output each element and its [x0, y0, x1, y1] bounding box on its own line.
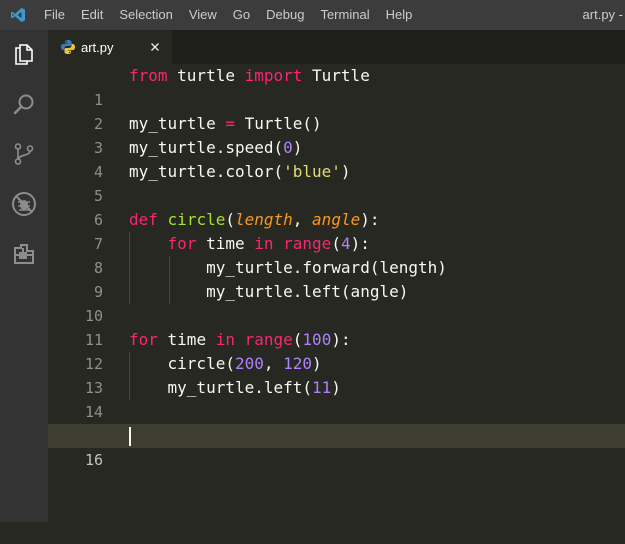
code-line: 5 my_turtle.color('blue'): [48, 160, 625, 205]
code-line: 11: [48, 304, 625, 349]
code-line: 3 my_turtle = Turtle(): [48, 112, 625, 157]
tab-art-py[interactable]: art.py: [48, 30, 172, 64]
code-line: 9 my_turtle.forward(length): [48, 256, 625, 301]
extensions-icon[interactable]: [0, 234, 48, 274]
line-code: for time in range(100):: [129, 330, 351, 349]
menu-terminal[interactable]: Terminal: [312, 0, 377, 30]
text-cursor: [129, 427, 131, 446]
source-control-icon[interactable]: [0, 134, 48, 174]
line-code: my_turtle.color('blue'): [129, 162, 351, 181]
close-icon[interactable]: [144, 30, 166, 64]
code-line: 14 my_turtle.left(11): [48, 376, 625, 421]
line-code: my_turtle = Turtle(): [129, 114, 322, 133]
menu-edit[interactable]: Edit: [73, 0, 111, 30]
line-code: from turtle import Turtle: [129, 66, 370, 85]
code-line: 1 from turtle import Turtle: [48, 64, 625, 109]
code-line: 8 for time in range(4):: [48, 232, 625, 277]
code-line: 2: [48, 88, 625, 133]
search-icon[interactable]: [0, 84, 48, 124]
menu-selection[interactable]: Selection: [111, 0, 180, 30]
tab-bar: art.py: [48, 30, 625, 64]
code-line: 7 def circle(length, angle):: [48, 208, 625, 253]
menu-debug[interactable]: Debug: [258, 0, 312, 30]
explorer-icon[interactable]: [0, 34, 48, 74]
menu-view[interactable]: View: [181, 0, 225, 30]
line-code: my_turtle.left(angle): [129, 282, 409, 301]
line-code: my_turtle.forward(length): [129, 258, 447, 277]
code-line: 15: [48, 400, 625, 445]
line-code: def circle(length, angle):: [129, 210, 380, 229]
line-code: my_turtle.left(11): [129, 378, 341, 397]
window-title: art.py -: [582, 7, 623, 22]
code-line-active: 16: [48, 424, 625, 469]
code-line: 10 my_turtle.left(angle): [48, 280, 625, 325]
line-number: 16: [84, 451, 103, 469]
line-code: circle(200, 120): [129, 354, 322, 373]
menu-bar: File Edit Selection View Go Debug Termin…: [36, 0, 420, 30]
menu-file[interactable]: File: [36, 0, 73, 30]
line-code: for time in range(4):: [167, 234, 370, 253]
debug-icon[interactable]: [0, 184, 48, 224]
line-code: my_turtle.speed(0): [129, 138, 303, 157]
title-bar: File Edit Selection View Go Debug Termin…: [0, 0, 625, 30]
menu-go[interactable]: Go: [225, 0, 258, 30]
code-line: 4 my_turtle.speed(0): [48, 136, 625, 181]
activity-bar: [0, 30, 48, 522]
code-line: 6: [48, 184, 625, 229]
code-line: 12 for time in range(100):: [48, 328, 625, 373]
menu-help[interactable]: Help: [378, 0, 421, 30]
code-editor[interactable]: 1 from turtle import Turtle 2 3 my_turtl…: [48, 64, 625, 522]
vscode-logo-icon: [0, 0, 36, 30]
tab-label: art.py: [81, 39, 114, 55]
code-line: 13 circle(200, 120): [48, 352, 625, 397]
python-icon: [60, 39, 76, 55]
